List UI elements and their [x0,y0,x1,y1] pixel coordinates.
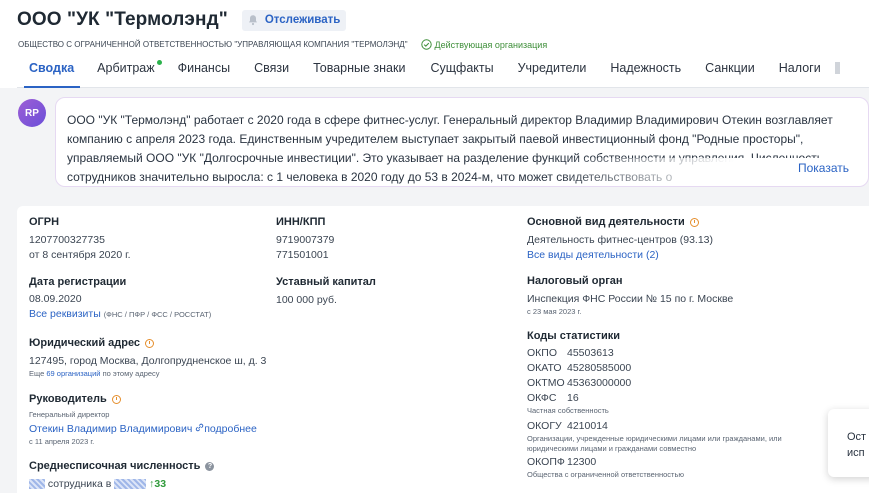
tab-bar: Сводка Арбитраж Финансы Связи Товарные з… [17,56,869,88]
company-full-name: ОБЩЕСТВО С ОГРАНИЧЕННОЙ ОТВЕТСТВЕННОСТЬЮ… [18,40,408,49]
tab-sanctions[interactable]: Санкции [705,56,755,87]
hidden-year-mask[interactable] [114,479,147,490]
hidden-value-mask[interactable] [29,479,45,490]
inn-kpp-label: ИНН/КПП [276,216,326,228]
tax-authority-since: с 23 мая 2023 г. [527,307,582,316]
ogrn-date: от 8 сентября 2020 г. [29,249,131,261]
info-icon[interactable] [111,394,121,404]
okopf-note: Общества с ограниченной ответственностью [527,470,684,479]
tab-overflow-edge [834,62,840,74]
bell-icon [248,15,257,26]
same-address-orgs-link[interactable]: 69 организаций [46,369,100,378]
ai-assistant-avatar: RP [18,99,46,127]
head-since: с 11 апреля 2023 г. [29,437,95,446]
company-details-card: ОГРН 1207700327735 от 8 сентября 2020 г.… [17,206,869,493]
activity-value: Деятельность фитнес-центров (93.13) [527,234,714,246]
staff-growth: ↑33 [149,478,167,490]
link-icon [196,423,204,432]
head-role: Генеральный директор [29,410,110,419]
staff-value: сотрудника в ↑33 [29,477,289,492]
details-column-right: Основной вид деятельности Деятельность ф… [527,216,857,480]
new-indicator-dot [156,60,162,65]
tab-arbitrazh[interactable]: Арбитраж [97,56,162,87]
tab-finansy[interactable]: Финансы [178,56,230,87]
director-name-link[interactable]: Отекин Владимир Владимирович [29,423,192,435]
notification-popup[interactable]: Ост исп [828,409,869,477]
ogrn-value: 1207700327735 [29,234,105,246]
info-icon[interactable] [689,217,699,227]
okfs-row: ОКФС 16 [527,392,579,404]
okogu-note: Организации, учрежденные юридическими ли… [527,434,782,453]
reg-date-value: 08.09.2020 [29,293,82,305]
question-icon[interactable]: ? [205,461,215,471]
all-requisites-link[interactable]: Все реквизиты [29,308,101,320]
tab-svyazi[interactable]: Связи [254,56,289,87]
tab-founders[interactable]: Учредители [518,56,587,87]
track-label: Отслеживать [264,14,341,26]
okfs-note: Частная собственность [527,406,609,415]
tax-authority-value: Инспекция ФНС России № 15 по г. Москве [527,293,734,305]
details-column-left: ОГРН 1207700327735 от 8 сентября 2020 г.… [29,216,289,492]
staff-label: Среднесписочная численность? [29,460,289,472]
okopf-row: ОКОПФ 12300 [527,456,597,468]
address-label: Юридический адрес [29,337,289,349]
oktmo-row: ОКТМО 45363000000 [527,377,632,389]
tax-authority-label: Налоговый орган [527,275,623,287]
tab-reliability[interactable]: Надежность [610,56,681,87]
stat-codes-label: Коды статистики [527,330,621,342]
info-icon[interactable] [145,338,155,348]
tab-svodka[interactable]: Сводка [23,56,81,88]
status-text: Действующая организация [434,39,548,50]
tab-taxes[interactable]: Налоги [779,56,821,87]
kpp-value: 771501001 [276,249,329,261]
company-header: ООО "УК "Термолэнд" Отслеживать ОБЩЕСТВО… [0,0,869,88]
show-more-link[interactable]: Показать [798,159,849,178]
tab-sushfakty[interactable]: Сущфакты [430,56,493,87]
reg-date-label: Дата регистрации [29,276,127,288]
capital-value: 100 000 руб. [276,294,337,306]
requisites-note: (ФНС / ПФР / ФСС / РОССТАТ) [103,310,212,319]
capital-label: Уставный капитал [276,276,376,288]
all-activities-link[interactable]: Все виды деятельности (2) [527,249,659,261]
company-title: ООО "УК "Термолэнд" [17,9,228,30]
notification-line-2: исп [847,447,865,459]
head-label: Руководитель [29,393,289,405]
activity-label: Основной вид деятельности [527,216,857,228]
tab-trademarks[interactable]: Товарные знаки [313,56,405,87]
check-circle-icon [420,39,432,50]
details-column-middle: ИНН/КПП 9719007379 771501001 Уставный ка… [276,216,506,308]
status-badge: Действующая организация [420,39,548,50]
okpo-row: ОКПО 45503613 [527,347,614,359]
okato-row: ОКАТО 45280585000 [527,362,632,374]
details-link[interactable]: подробнее [195,423,257,435]
address-value: 127495, город Москва, Долгопрудненское ш… [29,355,267,367]
inn-value: 9719007379 [276,234,335,246]
ai-summary-card: ООО "УК "Термолэнд" работает с 2020 года… [55,97,869,187]
notification-line-1: Ост [847,431,867,443]
okogu-row: ОКОГУ 4210014 [527,420,608,432]
track-button[interactable]: Отслеживать [241,9,347,31]
ogrn-label: ОГРН [29,216,60,228]
